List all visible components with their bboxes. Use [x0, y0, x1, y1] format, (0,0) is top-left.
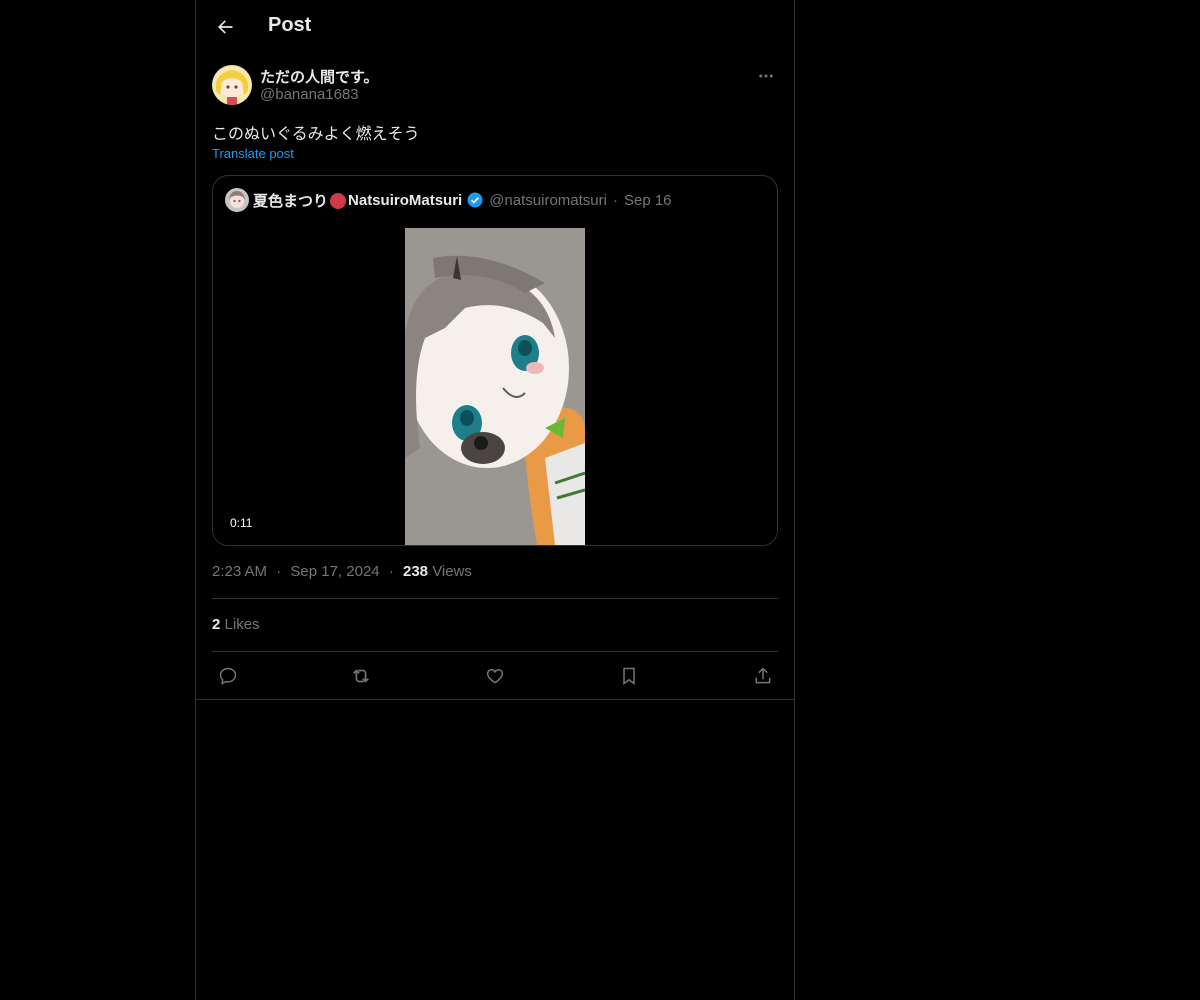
repost-button[interactable] [349, 664, 373, 688]
post-author: ただの人間です。 @banana1683 [212, 64, 778, 108]
video-duration: 0:11 [225, 515, 258, 531]
red-circle-emoji [330, 193, 347, 209]
divider [212, 651, 778, 652]
share-icon [755, 667, 771, 684]
likes-row[interactable]: 2 Likes [212, 616, 260, 633]
divider [196, 699, 794, 700]
repost-icon [353, 669, 369, 683]
action-bar [212, 664, 778, 688]
separator-dot: · [276, 563, 282, 580]
divider [212, 598, 778, 599]
quoted-post-date[interactable]: Sep 16 [624, 192, 672, 209]
likes-count: 2 [212, 616, 221, 633]
post-column: Post ただの人間です。 @banana1683 このぬいぐるみよく燃えそう … [195, 0, 795, 1000]
avatar[interactable] [212, 65, 252, 105]
bookmark-button[interactable] [617, 664, 641, 688]
post-text: このぬいぐるみよく燃えそう [212, 126, 420, 143]
views-count: 238 [402, 563, 429, 580]
quoted-author-name-suffix[interactable]: NatsuiroMatsuri [348, 192, 462, 209]
post-meta: 2:23 AM · Sep 17, 2024 · 238 Views [212, 563, 472, 580]
page-header: Post [196, 0, 794, 53]
more-icon [759, 74, 773, 78]
bookmark-icon [623, 667, 635, 685]
video-thumbnail [405, 228, 585, 545]
translate-post-link[interactable]: Translate post [212, 146, 294, 161]
share-button[interactable] [751, 664, 775, 688]
quoted-author-handle[interactable]: @natsuiromatsuri [489, 192, 607, 209]
back-button[interactable] [208, 10, 242, 44]
views-label: Views [432, 563, 472, 580]
quoted-video[interactable]: 0:11 [213, 228, 777, 545]
quoted-post[interactable]: 夏色まつり NatsuiroMatsuri @natsuiromatsuri ·… [212, 175, 778, 546]
author-name[interactable]: ただの人間です。 [260, 66, 379, 87]
author-handle[interactable]: @banana1683 [260, 86, 359, 103]
quoted-avatar [225, 188, 249, 212]
quoted-post-header: 夏色まつり NatsuiroMatsuri @natsuiromatsuri ·… [225, 188, 672, 212]
arrow-left-icon [218, 20, 233, 34]
like-icon [486, 668, 504, 684]
post-time[interactable]: 2:23 AM [212, 563, 267, 580]
reply-button[interactable] [216, 664, 240, 688]
page-title: Post [268, 14, 312, 36]
separator-dot: · [612, 191, 618, 209]
like-button[interactable] [483, 664, 507, 688]
separator-dot: · [388, 563, 394, 580]
reply-icon [219, 667, 237, 685]
more-button[interactable] [754, 64, 778, 88]
post-date[interactable]: Sep 17, 2024 [290, 563, 379, 580]
verified-badge-icon [466, 191, 484, 209]
quoted-author-name[interactable]: 夏色まつり [253, 190, 328, 211]
likes-label: Likes [224, 616, 260, 633]
